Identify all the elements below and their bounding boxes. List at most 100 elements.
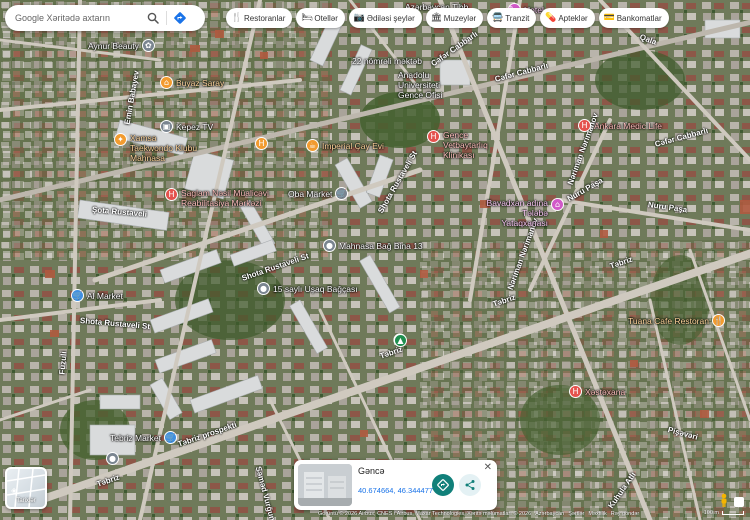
poi-park[interactable]: ▲ (394, 334, 407, 347)
poi-label: Tebriz Market (110, 432, 162, 443)
share-button[interactable] (459, 474, 481, 496)
poi-aynur-beauty[interactable]: Aynur Beauty ✿ (88, 39, 155, 52)
feedback-link[interactable]: Məxfilik (588, 511, 606, 520)
poi-tuana-cafe[interactable]: Tuana Cafe Restoran 🍴 (628, 314, 725, 327)
poi-imperial-cay[interactable]: ☕ Imperial Çay Evi (306, 139, 384, 152)
poi-oba-market[interactable]: Oba Market 🛒 (288, 187, 349, 200)
poi-market-marker[interactable]: ● (106, 452, 119, 465)
poi-xestexana[interactable]: H Xəstəxana (569, 385, 625, 398)
poi-ankara-medic[interactable]: H Ankara Medic Life (578, 119, 662, 132)
chip-label: Bankomatlar (616, 13, 662, 23)
poi-saglam-nesil[interactable]: H Saglam Nəsil Müalicəvi Reabilitasiya M… (165, 188, 281, 208)
poi-label: Kepez TV (176, 121, 214, 132)
attribution-bar: Görüntü © 2026 Airbus, CNES / Airbus, Ma… (318, 511, 639, 520)
imagery-credit: Görüntü © 2026 Airbus, CNES / Airbus, Ma… (318, 511, 532, 517)
museum-icon: 🏛 (430, 13, 443, 23)
dormitory-icon: ⌂ (551, 198, 564, 211)
poi-label: Oba Market (288, 188, 333, 199)
poi-label: Xamsa Taekwondo Klubu Mahnasa (130, 133, 198, 163)
poi-sehiyye[interactable]: H (255, 137, 268, 150)
poi-label: Imperial Çay Evi (322, 140, 384, 151)
pharmacy-icon: 💊 (545, 13, 557, 23)
poi-kepez-tv[interactable]: ▣ Kepez TV (160, 120, 213, 133)
chip-label: Otellər (314, 13, 338, 23)
chip-label: Restoranlar (244, 13, 286, 23)
chip-pharmacies[interactable]: 💊 Aptеklər (540, 8, 595, 28)
chip-museums[interactable]: 🏛 Muzeylər (425, 8, 484, 28)
poi-22-mekteb[interactable]: 22 nömrəli məktəb (352, 56, 422, 66)
poi-buyaz-saray[interactable]: ⌂ Buyaz Saray (160, 76, 224, 89)
chip-atms[interactable]: 💳 Bankomatlar (598, 8, 669, 28)
utensils-icon: 🍴 (231, 13, 243, 23)
directions-icon[interactable] (170, 8, 190, 28)
cart-icon: 🛒 (164, 431, 178, 444)
poi-label: Al Market (87, 290, 123, 301)
place-icon: ● (106, 452, 119, 465)
poi-usaq-bagcasi[interactable]: ● 15 saylı Uşaq Bağçası (257, 282, 358, 295)
scale-bar[interactable]: 100 m (704, 510, 744, 516)
atm-icon: 💳 (603, 13, 615, 23)
poi-label: Mahnasa Bağ Bina 13 (339, 240, 423, 251)
poi-anadolu-universiteti[interactable]: Anadolu Universiteti Gence Ofisi (398, 70, 466, 100)
report-link[interactable]: Rəy göndər (611, 511, 639, 520)
camera-icon: 📷 (353, 13, 366, 23)
poi-label: Xəstəxana (585, 386, 626, 397)
layers-button[interactable]: ◈ Tarixlər (5, 467, 47, 509)
poi-label: Saglam Nəsil Müalicəvi Reabilitasiya Mər… (181, 188, 269, 208)
tv-icon: ▣ (160, 120, 173, 133)
search-input[interactable] (15, 13, 143, 23)
category-chips: 🍴 Restoranlar 🛏 Otellər 📷 Ədiləsi şeylər… (226, 8, 669, 28)
bed-icon: 🛏 (301, 13, 313, 23)
poi-label: Gence Vetbaytarlıq Klinikası (443, 130, 488, 160)
poi-label: Ankara Medic Life (594, 120, 663, 131)
place-coordinates[interactable]: 40.674664, 46.344477 (358, 486, 433, 495)
cafe-icon: ☕ (306, 139, 319, 152)
sport-icon: ✦ (114, 133, 127, 146)
terms-link[interactable]: Azərbaycan (535, 511, 564, 520)
chip-restaurants[interactable]: 🍴 Restoranlar (226, 8, 293, 28)
search-icon[interactable] (143, 8, 163, 28)
poi-tebriz-market[interactable]: Tebriz Market 🛒 (110, 431, 178, 444)
poi-label: Buyaz Saray (176, 77, 225, 88)
hospital-icon: H (427, 130, 440, 143)
poi-xamsa-taekwondo[interactable]: ✦ Xamsa Taekwondo Klubu Mahnasa (114, 133, 200, 163)
street-view-thumbnail[interactable] (298, 464, 352, 506)
privacy-link[interactable]: Şərtlər (568, 511, 584, 520)
school-icon: ● (257, 282, 270, 295)
beauty-icon: ✿ (141, 39, 155, 52)
pin-icon: ▲ (394, 334, 407, 347)
chip-label: Muzeylər (443, 13, 477, 23)
cart-icon: 🛒 (71, 289, 84, 302)
chip-hotels[interactable]: 🛏 Otellər (296, 8, 345, 28)
poi-vetbaytarliq[interactable]: H Gence Vetbaytarlıq Klinikası (427, 130, 513, 160)
poi-label: 22 nömrəli məktəb (352, 56, 422, 66)
bus-icon: 🚍 (492, 13, 504, 23)
scale-line (722, 511, 744, 515)
chip-things-to-do[interactable]: 📷 Ədiləsi şeylər (348, 8, 422, 28)
place-card[interactable]: Gəncə 40.674664, 46.344477 ✕ (294, 460, 497, 510)
divider (166, 11, 167, 25)
poi-label: Tuana Cafe Restoran (628, 315, 709, 326)
poi-telebe-yataqxanasi[interactable]: Bavadxan adına Tələbə Yataqxanası ⌂ (476, 198, 564, 228)
poi-al-market[interactable]: 🛒 Al Market (71, 289, 123, 302)
poi-mahnasa-bag[interactable]: ● Mahnasa Bağ Bina 13 (323, 239, 423, 252)
scale-label: 100 m (703, 510, 719, 516)
search-box (5, 5, 205, 31)
share-icon (465, 480, 475, 490)
chip-transit[interactable]: 🚍 Tranzit (487, 8, 537, 28)
close-icon[interactable]: ✕ (484, 462, 492, 473)
poi-label: 15 saylı Uşaq Bağçası (273, 283, 358, 294)
restaurant-icon: 🍴 (711, 314, 725, 327)
cart-icon: 🛒 (335, 187, 349, 200)
hospital-icon: H (569, 385, 582, 398)
satellite-map[interactable]: Təbriz Təbriz Təbriz Təbriz Təbriz prosp… (0, 0, 750, 520)
place-title: Gəncə (358, 466, 385, 476)
directions-button[interactable] (432, 474, 454, 496)
zoom-control-icon[interactable] (734, 497, 744, 507)
poi-label: Bavadxan adına Tələbə Yataqxanası (486, 198, 548, 228)
pegman-icon[interactable] (718, 493, 730, 507)
chip-label: Aptеklər (558, 13, 588, 23)
layers-icon: ◈ (11, 486, 18, 495)
health-icon: H (255, 137, 268, 150)
poi-label: Anadolu Universiteti Gence Ofisi (398, 70, 443, 100)
